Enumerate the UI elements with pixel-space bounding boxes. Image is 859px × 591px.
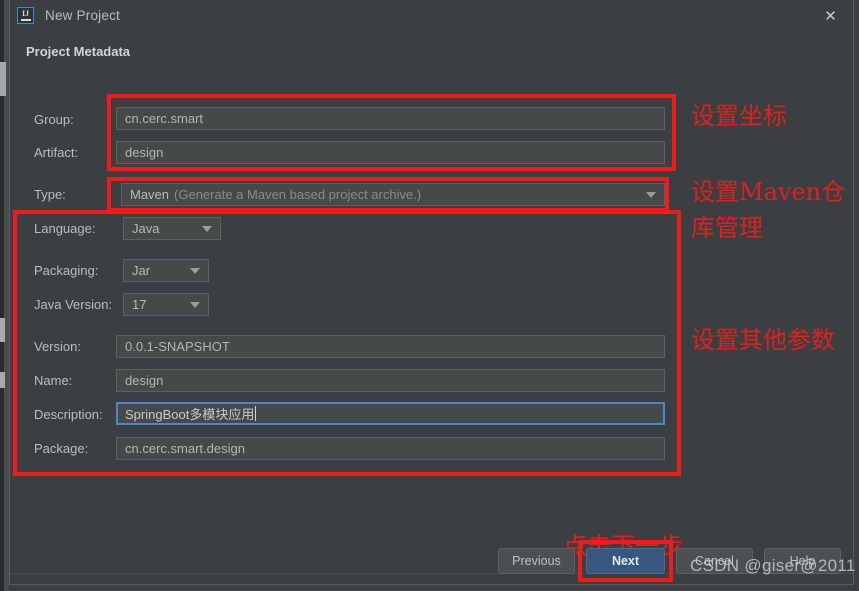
label-type: Type: (34, 187, 66, 202)
label-artifact: Artifact: (34, 145, 79, 160)
type-dropdown-hint: (Generate a Maven based project archive.… (174, 187, 422, 202)
page-title: Project Metadata (26, 44, 131, 59)
next-button[interactable]: Next (586, 548, 665, 574)
artifact-input[interactable]: design (116, 141, 665, 164)
close-icon[interactable]: ✕ (808, 0, 853, 31)
intellij-idea-icon: IJ (17, 7, 34, 24)
package-input-value: cn.cerc.smart.design (125, 441, 245, 456)
type-dropdown[interactable]: Maven (Generate a Maven based project ar… (121, 183, 665, 206)
label-description: Description: (34, 407, 103, 422)
version-input-value: 0.0.1-SNAPSHOT (125, 339, 230, 354)
name-input[interactable]: design (116, 369, 665, 392)
java-version-dropdown[interactable]: 17 (123, 293, 209, 316)
annotation-coordinates: 设置坐标 (691, 102, 787, 130)
label-language: Language: (34, 221, 96, 236)
label-name: Name: (34, 373, 73, 388)
group-input-value: cn.cerc.smart (125, 111, 204, 126)
annotation-maven-line2: 库管理 (691, 214, 763, 242)
background-window-fragment-low (0, 372, 5, 388)
window-title: New Project (45, 8, 120, 23)
name-input-value: design (125, 373, 164, 388)
annotation-other-params: 设置其他参数 (691, 326, 835, 354)
chevron-down-icon (190, 267, 200, 274)
label-packaging: Packaging: (34, 263, 99, 278)
background-window-fragment-mid (0, 318, 5, 342)
language-dropdown-value: Java (132, 221, 160, 236)
packaging-dropdown[interactable]: Jar (123, 259, 209, 282)
label-package: Package: (34, 441, 89, 456)
new-project-dialog: IJ New Project ✕ Project Metadata Group:… (9, 0, 854, 585)
group-input[interactable]: cn.cerc.smart (116, 107, 665, 130)
chevron-down-icon (646, 191, 656, 198)
description-input-value: SpringBoot多模块应用 (125, 407, 255, 422)
chevron-down-icon (202, 225, 212, 232)
chevron-down-icon (190, 301, 200, 308)
package-input[interactable]: cn.cerc.smart.design (116, 437, 665, 460)
title-bar: IJ New Project ✕ (10, 0, 853, 31)
label-version: Version: (34, 339, 81, 354)
label-java-version: Java Version: (34, 297, 113, 312)
packaging-dropdown-value: Jar (132, 263, 151, 278)
artifact-input-value: design (125, 145, 164, 160)
background-window-fragment-top (0, 62, 6, 96)
previous-button[interactable]: Previous (498, 548, 575, 574)
label-group: Group: (34, 112, 74, 127)
language-dropdown[interactable]: Java (123, 217, 221, 240)
annotation-maven-line1: 设置Maven仓 (691, 178, 846, 206)
watermark: CSDN @giser@2011 (690, 556, 856, 575)
text-caret (255, 406, 257, 421)
type-dropdown-value: Maven (130, 187, 170, 202)
description-input[interactable]: SpringBoot多模块应用 (116, 402, 665, 425)
version-input[interactable]: 0.0.1-SNAPSHOT (116, 335, 665, 358)
dialog-content: Project Metadata Group: Artifact: Type: … (10, 31, 853, 560)
java-version-dropdown-value: 17 (132, 297, 147, 312)
